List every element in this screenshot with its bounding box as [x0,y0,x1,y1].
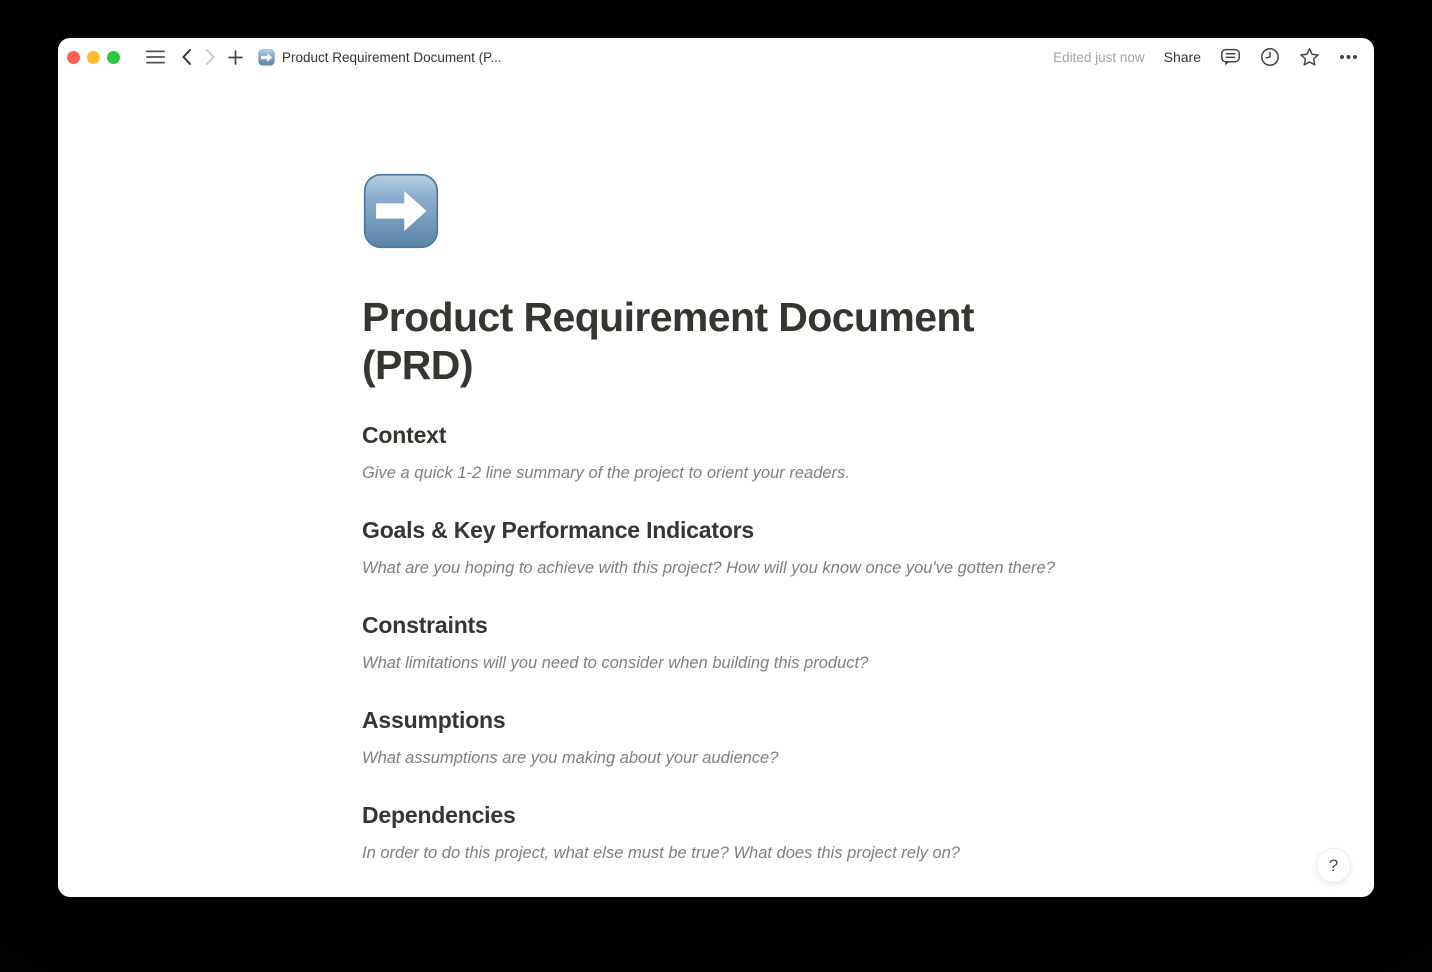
page-title[interactable]: Product Requirement Document (PRD) [362,293,1070,389]
page-icon-right-arrow-emoji[interactable] [362,172,440,250]
section-heading-assumptions[interactable]: Assumptions [362,707,1070,734]
tab-title: Product Requirement Document (P... [282,50,502,65]
edited-status: Edited just now [1053,50,1145,65]
section-heading-context[interactable]: Context [362,422,1070,449]
close-window-button[interactable] [67,51,80,64]
section-heading-dependencies[interactable]: Dependencies [362,802,1070,829]
right-arrow-emoji-icon [258,49,275,66]
help-button[interactable]: ? [1316,848,1351,883]
section-placeholder-assumptions[interactable]: What assumptions are you making about yo… [362,747,1070,769]
share-button[interactable]: Share [1164,49,1201,65]
document-content: Product Requirement Document (PRD) Conte… [362,76,1070,864]
sidebar-menu-button[interactable] [146,50,165,64]
section-heading-goals[interactable]: Goals & Key Performance Indicators [362,517,1070,544]
comments-button[interactable] [1220,47,1241,67]
window-controls [67,51,120,64]
zoom-window-button[interactable] [107,51,120,64]
plus-icon [228,50,243,65]
section-placeholder-dependencies[interactable]: In order to do this project, what else m… [362,842,1070,864]
section-placeholder-constraints[interactable]: What limitations will you need to consid… [362,652,1070,674]
chevron-left-icon [181,48,192,66]
section-placeholder-context[interactable]: Give a quick 1-2 line summary of the pro… [362,462,1070,484]
app-window: Product Requirement Document (P... Edite… [58,38,1374,897]
nav-back-button[interactable] [181,48,192,66]
updates-button[interactable] [1260,47,1280,67]
comment-bubble-icon [1220,47,1241,67]
titlebar: Product Requirement Document (P... Edite… [58,38,1374,76]
nav-forward-button[interactable] [205,48,216,66]
minimize-window-button[interactable] [87,51,100,64]
section-placeholder-goals[interactable]: What are you hoping to achieve with this… [362,557,1070,579]
favorite-button[interactable] [1299,47,1320,67]
chevron-right-icon [205,48,216,66]
current-tab[interactable]: Product Requirement Document (P... [258,49,502,66]
hamburger-icon [146,50,165,64]
section-heading-constraints[interactable]: Constraints [362,612,1070,639]
titlebar-actions: Edited just now Share [1053,47,1358,67]
star-icon [1299,47,1320,67]
more-options-button[interactable] [1339,54,1358,60]
document-scroll-area[interactable]: Product Requirement Document (PRD) Conte… [58,76,1374,897]
ellipsis-icon [1339,54,1358,60]
clock-icon [1260,47,1280,67]
new-tab-button[interactable] [228,50,243,65]
